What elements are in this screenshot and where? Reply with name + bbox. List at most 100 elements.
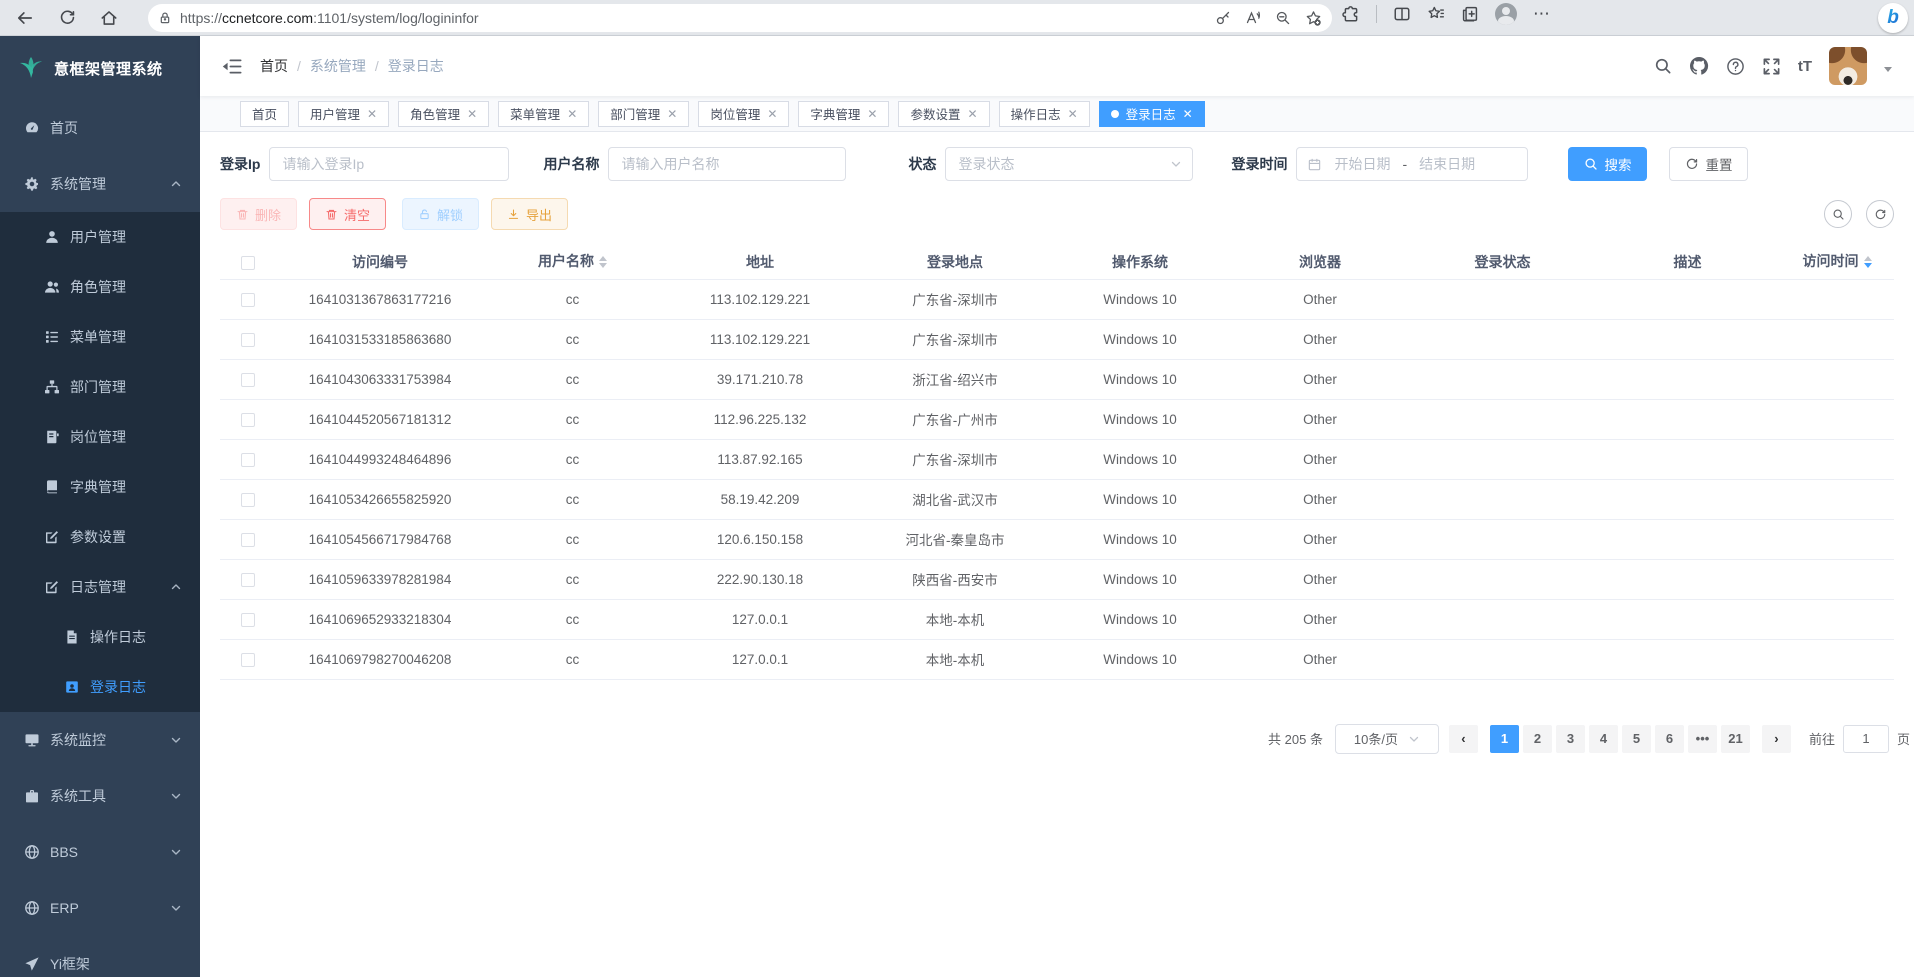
browser-back-icon[interactable] [10,3,40,33]
tab-role-mgmt[interactable]: 角色管理✕ [398,101,489,127]
row-checkbox[interactable] [241,493,255,507]
pager-ellipsis[interactable]: ••• [1688,725,1717,753]
column-header-user[interactable]: 用户名称 [485,245,660,279]
browser-profile-avatar[interactable] [1495,3,1517,25]
sidebar-item-yi-framework[interactable]: Yi框架 [0,936,200,977]
goto-page-input[interactable] [1843,725,1889,753]
column-header-time[interactable]: 访问时间 [1780,245,1894,279]
split-screen-icon[interactable] [1393,5,1411,23]
next-page-button[interactable]: › [1762,725,1791,753]
tab-login-log[interactable]: 登录日志✕ [1099,101,1205,127]
tab-menu-mgmt[interactable]: 菜单管理✕ [498,101,589,127]
date-range-picker[interactable]: 开始日期 - 结束日期 [1296,147,1528,181]
sidebar-collapse-icon[interactable] [222,58,242,75]
tab-user-mgmt[interactable]: 用户管理✕ [298,101,389,127]
close-tab-icon[interactable]: ✕ [567,107,577,121]
zoom-out-icon[interactable] [1275,10,1291,26]
close-tab-icon[interactable]: ✕ [968,107,978,121]
status-select[interactable]: 登录状态 [945,147,1193,181]
row-checkbox[interactable] [241,373,255,387]
sidebar-item-login-log[interactable]: 登录日志 [0,662,200,712]
address-bar[interactable]: https://ccnetcore.com:1101/system/log/lo… [148,4,1332,32]
sidebar-item-menu-management[interactable]: 菜单管理 [0,312,200,362]
row-checkbox[interactable] [241,573,255,587]
favorite-star-icon[interactable] [1305,10,1322,27]
avatar-dropdown-caret-icon[interactable] [1884,67,1892,76]
refresh-table-button[interactable] [1866,200,1894,228]
row-checkbox[interactable] [241,293,255,307]
sort-carets-icon[interactable] [1864,252,1872,272]
close-tab-icon[interactable]: ✕ [767,107,777,121]
extensions-icon[interactable] [1342,5,1360,23]
browser-menu-icon[interactable]: ⋯ [1533,4,1551,24]
tab-operation-log[interactable]: 操作日志✕ [999,101,1090,127]
sidebar-item-user-management[interactable]: 用户管理 [0,212,200,262]
browser-home-icon[interactable] [94,3,124,33]
row-checkbox[interactable] [241,333,255,347]
user-avatar[interactable] [1829,47,1867,85]
reset-button[interactable]: 重置 [1669,147,1748,181]
favorites-bar-icon[interactable] [1427,5,1445,23]
close-tab-icon[interactable]: ✕ [867,107,877,121]
tab-dept-mgmt[interactable]: 部门管理✕ [598,101,689,127]
sidebar-item-dict-management[interactable]: 字典管理 [0,462,200,512]
page-button-21[interactable]: 21 [1721,725,1750,753]
sidebar-item-home[interactable]: 首页 [0,100,200,156]
select-all-checkbox[interactable] [241,256,255,270]
breadcrumb-system[interactable]: 系统管理 [310,56,366,76]
delete-button[interactable]: 删除 [220,198,297,230]
sidebar-item-bbs[interactable]: BBS [0,824,200,880]
font-size-icon[interactable]: tT [1798,58,1812,75]
sidebar-item-erp[interactable]: ERP [0,880,200,936]
row-checkbox[interactable] [241,453,255,467]
page-button-4[interactable]: 4 [1589,725,1618,753]
row-checkbox[interactable] [241,413,255,427]
sidebar-item-system-monitor[interactable]: 系统监控 [0,712,200,768]
sidebar-item-operation-log[interactable]: 操作日志 [0,612,200,662]
export-button[interactable]: 导出 [491,198,568,230]
search-button[interactable]: 搜索 [1568,147,1647,181]
close-tab-icon[interactable]: ✕ [367,107,377,121]
prev-page-button[interactable]: ‹ [1449,725,1478,753]
sidebar-item-log-management[interactable]: 日志管理 [0,562,200,612]
sidebar-item-dept-management[interactable]: 部门管理 [0,362,200,412]
tab-param-settings[interactable]: 参数设置✕ [898,101,989,127]
page-size-select[interactable]: 10条/页 [1335,724,1439,754]
browser-refresh-icon[interactable] [52,3,82,33]
fullscreen-icon[interactable] [1762,57,1781,76]
tab-dict-mgmt[interactable]: 字典管理✕ [798,101,889,127]
collections-icon[interactable] [1461,5,1479,23]
close-tab-icon[interactable]: ✕ [1183,107,1193,121]
close-tab-icon[interactable]: ✕ [467,107,477,121]
sidebar-item-param-settings[interactable]: 参数设置 [0,512,200,562]
sort-carets-icon[interactable] [599,252,607,272]
user-name-input[interactable] [608,147,846,181]
header-search-icon[interactable] [1654,57,1672,75]
github-icon[interactable] [1689,56,1709,76]
read-aloud-icon[interactable] [1245,10,1261,26]
breadcrumb-home[interactable]: 首页 [260,56,288,76]
sidebar-item-system-management[interactable]: 系统管理 [0,156,200,212]
tab-post-mgmt[interactable]: 岗位管理✕ [698,101,789,127]
close-tab-icon[interactable]: ✕ [1068,107,1078,121]
row-checkbox[interactable] [241,613,255,627]
page-button-1[interactable]: 1 [1490,725,1519,753]
tab-home[interactable]: 首页 [240,101,289,127]
help-icon[interactable] [1726,57,1745,76]
page-button-6[interactable]: 6 [1655,725,1684,753]
sidebar-item-system-tools[interactable]: 系统工具 [0,768,200,824]
page-button-2[interactable]: 2 [1523,725,1552,753]
clear-button[interactable]: 清空 [309,198,386,230]
toggle-search-button[interactable] [1824,200,1852,228]
page-button-5[interactable]: 5 [1622,725,1651,753]
sidebar-item-post-management[interactable]: 岗位管理 [0,412,200,462]
page-button-3[interactable]: 3 [1556,725,1585,753]
row-checkbox[interactable] [241,653,255,667]
login-ip-input[interactable] [269,147,509,181]
sidebar-item-role-management[interactable]: 角色管理 [0,262,200,312]
copilot-bing-icon[interactable]: b [1878,3,1908,33]
row-checkbox[interactable] [241,533,255,547]
password-key-icon[interactable] [1215,10,1231,26]
unlock-button[interactable]: 解锁 [402,198,479,230]
close-tab-icon[interactable]: ✕ [667,107,677,121]
